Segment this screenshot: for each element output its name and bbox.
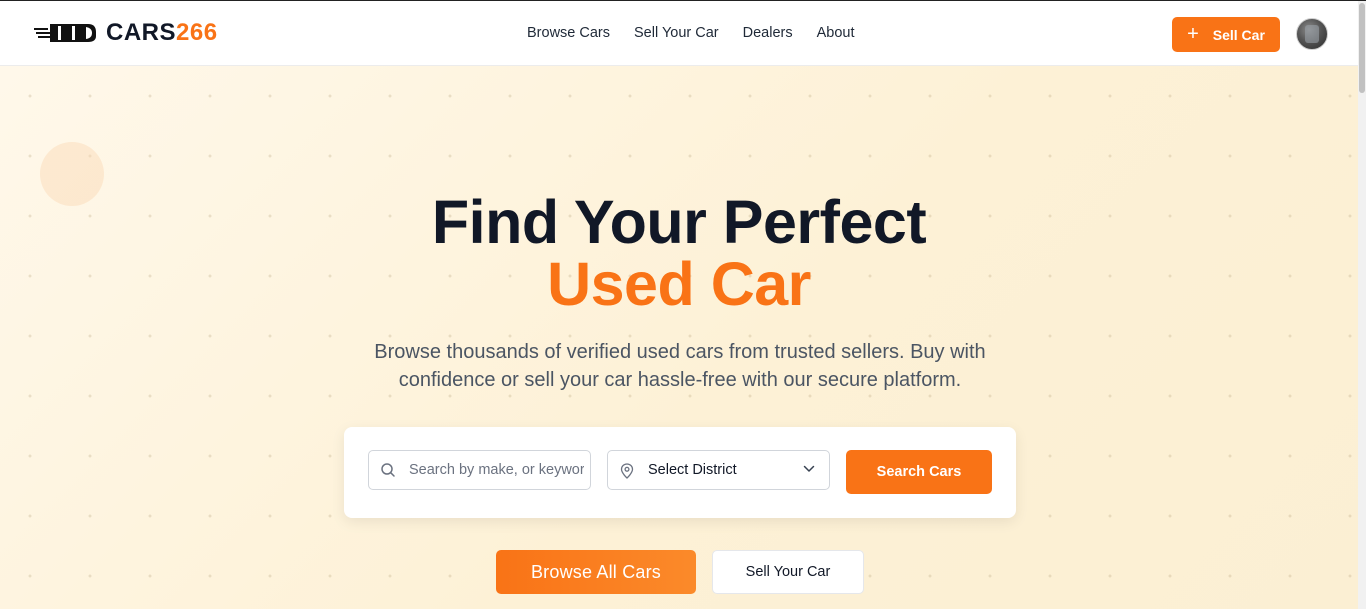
main-nav: Browse Cars Sell Your Car Dealers About [516, 23, 855, 43]
brand-name-part1: CARS [106, 19, 177, 46]
sell-car-label: Sell Car [1212, 26, 1265, 43]
search-icon [381, 463, 395, 477]
user-avatar[interactable] [1296, 18, 1328, 50]
location-pin-icon [620, 463, 634, 479]
sell-your-car-button[interactable]: Sell Your Car [712, 550, 864, 594]
hero-title-line2: Used Car [547, 250, 811, 318]
search-input[interactable] [409, 451, 584, 489]
chevron-down-icon [803, 465, 815, 472]
page-scrollbar[interactable] [1358, 1, 1366, 609]
brand-logo[interactable]: CARS266 [34, 19, 218, 47]
search-cars-button[interactable]: Search Cars [846, 450, 992, 494]
search-card: Select District Search Cars [344, 427, 1016, 518]
nav-dealers[interactable]: Dealers [743, 23, 793, 43]
nav-about[interactable]: About [817, 23, 855, 43]
scrollbar-thumb[interactable] [1359, 3, 1365, 93]
hero-section: Find Your Perfect Used Car Browse thousa… [0, 66, 1358, 609]
car-speed-icon [34, 24, 96, 42]
sell-car-button[interactable]: + Sell Car [1172, 17, 1280, 52]
browse-all-cars-button[interactable]: Browse All Cars [496, 550, 696, 594]
brand-name-part2: 266 [176, 19, 218, 46]
plus-icon: + [1187, 22, 1199, 45]
nav-sell-your-car[interactable]: Sell Your Car [634, 23, 719, 43]
site-header: CARS266 Browse Cars Sell Your Car Dealer… [0, 1, 1358, 66]
search-field[interactable] [368, 450, 591, 490]
nav-browse-cars[interactable]: Browse Cars [527, 23, 610, 43]
brand-name: CARS266 [106, 19, 218, 47]
hero-subtitle: Browse thousands of verified used cars f… [374, 341, 986, 391]
hero-title-line1: Find Your Perfect [431, 188, 927, 256]
district-select[interactable]: Select District [607, 450, 830, 490]
district-select-label: Select District [648, 462, 737, 478]
